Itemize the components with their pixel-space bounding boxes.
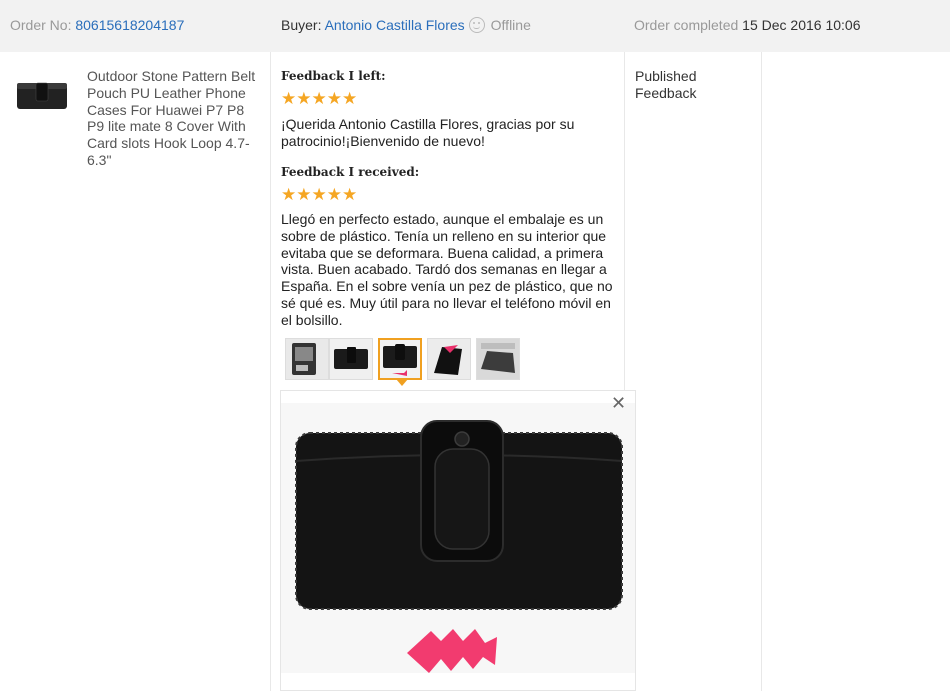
feedback-photo-thumb[interactable]	[476, 338, 520, 380]
buyer-name-link[interactable]: Antonio Castilla Flores	[325, 17, 465, 33]
column-divider	[761, 52, 762, 691]
photo-preview-image	[281, 391, 635, 690]
order-header: Order No: 80615618204187 Buyer: Antonio …	[0, 0, 950, 52]
feedback-received-heading: Feedback I received:	[281, 165, 420, 179]
feedback-status: Published Feedback	[635, 68, 697, 101]
order-number-label: Order No:	[10, 17, 72, 33]
product-title-link[interactable]: Outdoor Stone Pattern Belt Pouch PU Leat…	[87, 68, 265, 169]
completed-label: Order completed	[634, 17, 739, 33]
feedback-left-heading: Feedback I left:	[281, 69, 386, 83]
offline-status-icon	[468, 17, 485, 33]
feedback-left-stars: ★★★★★	[281, 89, 358, 108]
order-number-link[interactable]: 80615618204187	[75, 17, 184, 33]
feedback-photo-thumb[interactable]	[285, 338, 329, 380]
feedback-received-stars: ★★★★★	[281, 185, 358, 204]
buyer-label: Buyer:	[281, 17, 322, 33]
selected-photo-indicator	[396, 379, 408, 386]
feedback-left-text: ¡Querida Antonio Castilla Flores, gracia…	[281, 116, 575, 149]
buyer-block: Buyer: Antonio Castilla Flores Offline	[281, 17, 531, 33]
column-divider	[270, 52, 271, 691]
completed-date: 15 Dec 2016 10:06	[742, 17, 861, 33]
buyer-status: Offline	[490, 17, 531, 33]
feedback-received-text: Llegó en perfecto estado, aunque el emba…	[281, 211, 613, 328]
product-thumbnail[interactable]	[16, 80, 68, 112]
feedback-photo-thumb-selected[interactable]	[378, 338, 422, 380]
feedback-photo-thumb[interactable]	[329, 338, 373, 380]
completion-block: Order completed 15 Dec 2016 10:06	[634, 17, 861, 33]
close-icon: ✕	[611, 393, 627, 413]
photo-preview-panel	[280, 390, 636, 691]
feedback-photo-thumb[interactable]	[427, 338, 471, 380]
close-preview-button[interactable]: ✕	[611, 393, 626, 413]
order-number-block: Order No: 80615618204187	[10, 17, 184, 33]
